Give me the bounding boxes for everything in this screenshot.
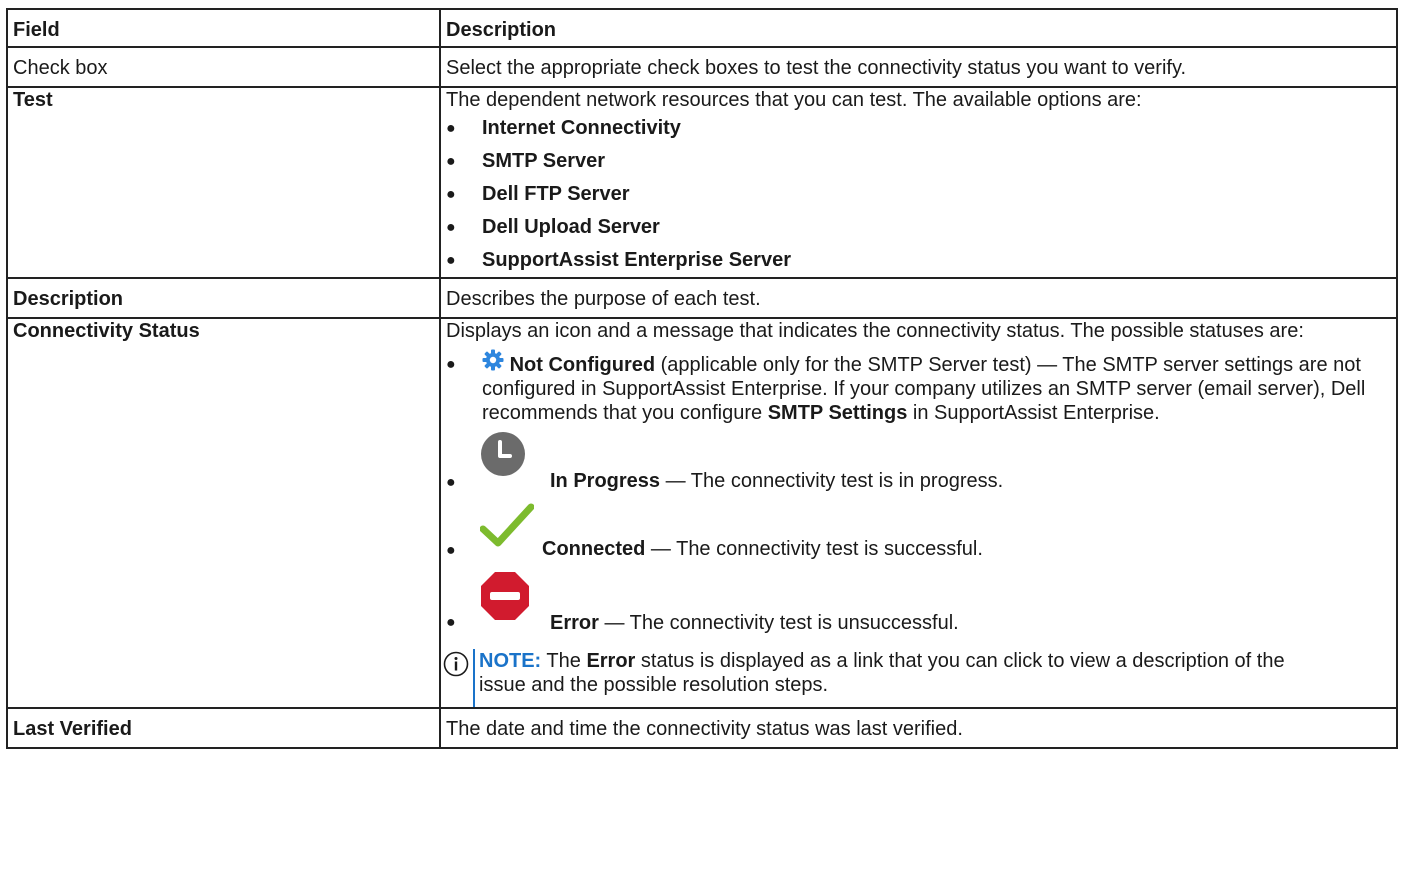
note-divider — [473, 649, 475, 707]
connectivity-intro: Displays an icon and a message that indi… — [446, 320, 1304, 342]
test-options-list: Internet Connectivity SMTP Server Dell F… — [446, 112, 1396, 277]
note-error-label: Error — [586, 650, 636, 672]
document-page: Field Description Check box Select the a… — [0, 0, 1402, 893]
status-text-end: in SupportAssist Enterprise. — [907, 402, 1160, 424]
list-item: Dell Upload Server — [446, 211, 1396, 244]
description-cell: The dependent network resources that you… — [439, 86, 1398, 279]
field-cell: Check box — [6, 46, 441, 88]
status-error: Error — The connectivity test is unsucce… — [446, 571, 1396, 641]
field-cell: Connectivity Status — [6, 317, 441, 709]
field-description-table: Field Description Check box Select the a… — [6, 8, 1398, 749]
description-cell: Displays an icon and a message that indi… — [439, 317, 1398, 709]
gear-icon — [482, 349, 504, 377]
field-cell: Last Verified — [6, 707, 441, 749]
stop-icon — [480, 571, 530, 627]
description-cell: The date and time the connectivity statu… — [439, 707, 1398, 749]
status-text: — The connectivity test is successful. — [645, 538, 983, 560]
table-header-row: Field Description — [6, 8, 1398, 48]
status-in-progress: In Progress — The connectivity test is i… — [446, 431, 1396, 501]
list-item: Internet Connectivity — [446, 112, 1396, 145]
status-label: Not Configured — [509, 354, 656, 376]
status-label: Error — [550, 612, 599, 634]
note-label: NOTE: — [479, 650, 542, 672]
status-text: — The connectivity test is unsuccessful. — [598, 612, 959, 634]
checkmark-icon — [479, 503, 535, 555]
field-cell: Description — [6, 277, 441, 319]
table-row: Check box Select the appropriate check b… — [6, 46, 1398, 88]
info-icon — [443, 651, 469, 683]
table-row: Test The dependent network resources tha… — [6, 86, 1398, 279]
list-item: SupportAssist Enterprise Server — [446, 244, 1396, 277]
table-row: Description Describes the purpose of eac… — [6, 277, 1398, 319]
header-description: Description — [439, 8, 1398, 48]
description-cell: Select the appropriate check boxes to te… — [439, 46, 1398, 88]
smtp-settings-label: SMTP Settings — [767, 402, 908, 424]
header-field: Field — [6, 8, 441, 48]
note-text: NOTE: The Error status is displayed as a… — [479, 650, 1285, 696]
status-label: Connected — [542, 538, 646, 560]
note-box: NOTE: The Error status is displayed as a… — [443, 649, 1396, 707]
test-intro: The dependent network resources that you… — [446, 89, 1142, 111]
table-row: Connectivity Status Displays an icon and… — [6, 317, 1398, 709]
list-item: SMTP Server — [446, 145, 1396, 178]
clock-icon — [480, 431, 526, 483]
field-cell: Test — [6, 86, 441, 279]
status-not-configured: Not Configured (applicable only for the … — [446, 349, 1396, 425]
status-text: — The connectivity test is in progress. — [660, 470, 1004, 492]
status-connected: Connected — The connectivity test is suc… — [446, 503, 1396, 565]
status-list: Not Configured (applicable only for the … — [446, 349, 1396, 641]
description-cell: Describes the purpose of each test. — [439, 277, 1398, 319]
table-row: Last Verified The date and time the conn… — [6, 707, 1398, 749]
list-item: Dell FTP Server — [446, 178, 1396, 211]
status-label: In Progress — [550, 470, 661, 492]
